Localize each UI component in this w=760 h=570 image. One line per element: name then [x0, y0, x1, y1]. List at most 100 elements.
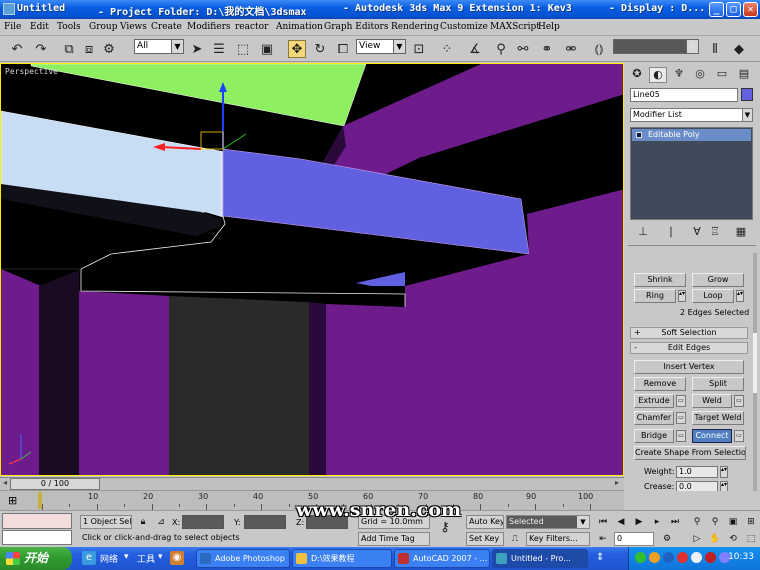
play-icon[interactable]: ▶: [632, 515, 646, 529]
select-by-name-icon[interactable]: ☰: [210, 40, 228, 58]
weld-settings-icon[interactable]: ▭: [734, 395, 744, 407]
dropdown-arrow-icon[interactable]: ▾: [124, 552, 129, 562]
ring-button[interactable]: Ring: [634, 289, 676, 303]
menu-tools[interactable]: Tools: [57, 22, 81, 32]
rotate-icon[interactable]: ↻: [311, 40, 329, 58]
stack-item-editable-poly[interactable]: Editable Poly: [632, 129, 751, 141]
scrollbar-thumb[interactable]: [753, 333, 757, 393]
display-tab-icon[interactable]: ▭: [713, 67, 731, 83]
bridge-button[interactable]: Bridge: [634, 429, 674, 443]
key-mode-toggle-icon[interactable]: ⇤: [596, 532, 610, 546]
extrude-button[interactable]: Extrude: [634, 394, 674, 408]
window-crossing-icon[interactable]: ▣: [258, 40, 276, 58]
set-key-button[interactable]: Set Key: [466, 532, 504, 546]
shrink-button[interactable]: Shrink: [634, 273, 686, 287]
reference-coord-dropdown[interactable]: View ▼: [356, 39, 406, 54]
tray-app-icon[interactable]: [677, 552, 688, 563]
prev-frame-icon[interactable]: ◀: [614, 515, 628, 529]
unlink-icon[interactable]: ⧈: [80, 40, 98, 58]
tray-app-icon[interactable]: [705, 552, 716, 563]
next-frame-icon[interactable]: ▸: [650, 515, 664, 529]
menu-edit[interactable]: Edit: [30, 22, 49, 32]
selection-filter-dropdown[interactable]: All ▼: [134, 39, 184, 54]
rectangular-selection-icon[interactable]: ⬚: [234, 40, 252, 58]
menu-maxscript[interactable]: MAXScript: [490, 22, 540, 32]
pin-stack-icon[interactable]: ⊥: [636, 225, 650, 239]
maximize-viewport-icon[interactable]: ⬚: [744, 532, 758, 546]
menu-customize[interactable]: Customize: [440, 22, 488, 32]
zoom-all-icon[interactable]: ⚲: [708, 515, 722, 529]
command-panel-scrollbar[interactable]: [753, 253, 757, 491]
start-button[interactable]: 开始: [0, 547, 72, 570]
y-coordinate-field[interactable]: [244, 515, 286, 529]
zoom-extents-icon[interactable]: ▣: [726, 515, 740, 529]
connect-button[interactable]: Connect: [692, 429, 732, 443]
link-icon[interactable]: ⧉: [60, 40, 78, 58]
create-tab-icon[interactable]: ✪: [628, 67, 646, 83]
set-key-icon[interactable]: ⎍: [508, 532, 522, 546]
loop-button[interactable]: Loop: [692, 289, 734, 303]
make-unique-icon[interactable]: ∀: [690, 225, 704, 239]
scale-icon[interactable]: ⧠: [334, 40, 352, 58]
modify-tab-icon[interactable]: ◐: [649, 67, 667, 83]
key-filters-button[interactable]: Key Filters...: [526, 532, 590, 546]
time-prev-icon[interactable]: ◂: [0, 478, 10, 490]
angle-snap-icon[interactable]: ∡: [466, 40, 484, 58]
crease-field[interactable]: 0.0: [676, 481, 718, 491]
redo-icon[interactable]: ↷: [32, 40, 50, 58]
viewport-label[interactable]: Perspective: [5, 67, 58, 76]
utilities-tab-icon[interactable]: ▤: [735, 67, 753, 83]
network-label[interactable]: 网络: [100, 552, 118, 565]
weight-spinner[interactable]: ▴▾: [720, 466, 728, 478]
configure-sets-icon[interactable]: ▦: [734, 225, 748, 239]
task-3dsmax[interactable]: Untitled - Pro...: [492, 549, 588, 568]
hierarchy-tab-icon[interactable]: ♆: [670, 67, 688, 83]
edit-edges-rollout[interactable]: - Edit Edges: [630, 342, 748, 354]
object-color-swatch[interactable]: [741, 88, 753, 101]
pivot-center-icon[interactable]: ⊡: [410, 40, 428, 58]
menu-file[interactable]: File: [4, 22, 21, 32]
named-selection-dropdown[interactable]: ▼: [613, 39, 699, 54]
named-selection-icon[interactable]: ⦅⦆: [590, 40, 608, 58]
chamfer-button[interactable]: Chamfer: [634, 411, 674, 425]
remove-modifier-icon[interactable]: ♖: [708, 225, 722, 239]
crease-spinner[interactable]: ▴▾: [720, 481, 728, 491]
menu-reactor[interactable]: reactor: [235, 22, 268, 32]
extrude-settings-icon[interactable]: ▭: [676, 395, 686, 407]
menu-animation[interactable]: Animation: [276, 22, 323, 32]
x-coordinate-field[interactable]: [182, 515, 224, 529]
field-of-view-icon[interactable]: ▷: [690, 532, 704, 546]
mirror-tool-icon[interactable]: ⫴: [706, 40, 724, 58]
task-photoshop[interactable]: Adobe Photoshop: [196, 549, 290, 568]
tray-app-icon[interactable]: [663, 552, 674, 563]
task-scroll-icon[interactable]: ⇕: [596, 552, 604, 563]
menu-modifiers[interactable]: Modifiers: [187, 22, 231, 32]
add-time-tag-button[interactable]: Add Time Tag: [358, 532, 430, 546]
spinner-snap-icon[interactable]: ⚯: [514, 40, 532, 58]
align-tool-icon[interactable]: ◆: [730, 40, 748, 58]
menu-graph-editors[interactable]: Graph Editors: [324, 22, 388, 32]
loop-spinner[interactable]: ▴▾: [736, 290, 744, 302]
remove-button[interactable]: Remove: [634, 377, 686, 391]
show-end-result-icon[interactable]: ❘: [664, 225, 678, 239]
goto-start-icon[interactable]: ⏮: [596, 515, 610, 529]
arc-rotate-icon[interactable]: ⟲: [726, 532, 740, 546]
modifier-stack[interactable]: Editable Poly: [630, 127, 753, 220]
task-folder[interactable]: D:\效果教程: [292, 549, 392, 568]
absolute-mode-icon[interactable]: ⊿: [154, 515, 168, 529]
tools-label[interactable]: 工具: [137, 552, 155, 565]
time-next-icon[interactable]: ▸: [612, 478, 622, 490]
menu-rendering[interactable]: Rendering: [391, 22, 439, 32]
quicklaunch-icon[interactable]: ◉: [170, 551, 184, 565]
select-object-icon[interactable]: ➤: [188, 40, 206, 58]
menu-group[interactable]: Group: [89, 22, 117, 32]
time-slider-thumb[interactable]: 0 / 100: [10, 478, 100, 490]
time-config-icon[interactable]: ⚙: [660, 532, 674, 546]
motion-tab-icon[interactable]: ◎: [691, 67, 709, 83]
object-name-field[interactable]: Line05: [630, 88, 738, 102]
menu-views[interactable]: Views: [120, 22, 147, 32]
track-bar-menu-icon[interactable]: ⊞: [8, 494, 17, 507]
tray-app-icon[interactable]: [649, 552, 660, 563]
mirror-icon[interactable]: ⚭: [538, 40, 556, 58]
menu-create[interactable]: Create: [151, 22, 182, 32]
